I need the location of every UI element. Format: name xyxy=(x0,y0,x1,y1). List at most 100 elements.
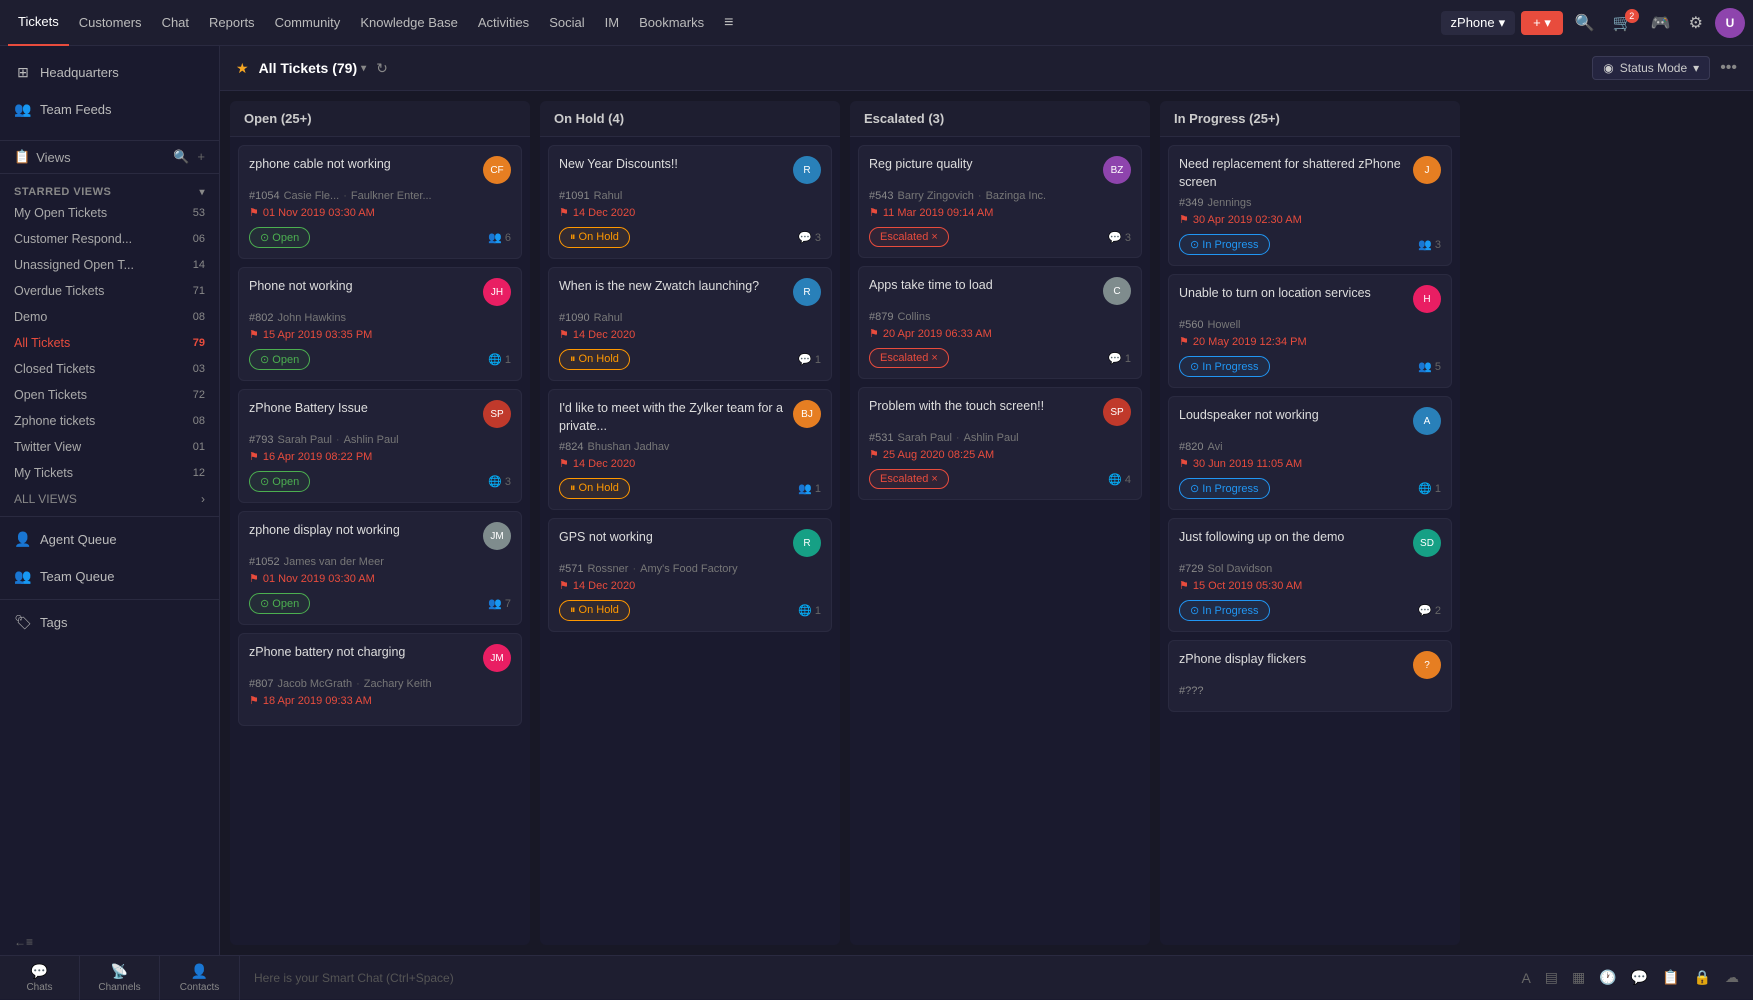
cloud-icon[interactable]: ☁ xyxy=(1719,965,1745,990)
collapse-sidebar-button[interactable]: ←≡ xyxy=(0,929,219,955)
status-badge[interactable]: Escalated × xyxy=(869,469,949,489)
clipboard-icon[interactable]: 📋 xyxy=(1656,965,1685,990)
star-icon[interactable]: ★ xyxy=(236,60,249,77)
refresh-icon[interactable]: ↻ xyxy=(376,60,388,77)
ticket-agent: Collins xyxy=(897,311,930,323)
ticket-card[interactable]: When is the new Zwatch launching?R#1090R… xyxy=(548,267,832,381)
status-badge[interactable]: ⊙ In Progress xyxy=(1179,356,1270,377)
ticket-card[interactable]: Phone not workingJH#802John Hawkins⚑ 15 … xyxy=(238,267,522,381)
sidebar-item-closed-tickets[interactable]: Closed Tickets 03 xyxy=(0,356,219,382)
sidebar-item-unassigned-open[interactable]: Unassigned Open T... 14 xyxy=(0,252,219,278)
sidebar-item-all-tickets[interactable]: All Tickets 79 xyxy=(0,330,219,356)
search-views-icon[interactable]: 🔍 xyxy=(173,149,189,165)
kanban-col-header-open: Open (25+) xyxy=(230,101,530,137)
translate-icon[interactable]: A xyxy=(1515,966,1536,990)
sidebar-views-label[interactable]: Views xyxy=(36,150,167,165)
status-badge[interactable]: ⏸ On Hold xyxy=(559,227,630,248)
ticket-card[interactable]: Unable to turn on location servicesH#560… xyxy=(1168,274,1452,388)
status-badge[interactable]: ⊙ In Progress xyxy=(1179,234,1270,255)
nav-item-tickets[interactable]: Tickets xyxy=(8,0,69,46)
settings-button[interactable]: ⚙ xyxy=(1683,9,1709,37)
zphone-button[interactable]: zPhone ▾ xyxy=(1441,11,1516,35)
nav-item-chat[interactable]: Chat xyxy=(152,0,199,46)
status-badge[interactable]: ⊙ Open xyxy=(249,349,310,370)
status-mode-label: Status Mode xyxy=(1620,61,1687,75)
ticket-card[interactable]: GPS not workingR#571Rossner·Amy's Food F… xyxy=(548,518,832,632)
clock-icon[interactable]: 🕐 xyxy=(1593,965,1622,990)
sidebar-item-tags[interactable]: 🏷 Tags xyxy=(0,604,219,641)
unassigned-open-count: 14 xyxy=(193,259,205,271)
status-badge[interactable]: ⊙ Open xyxy=(249,593,310,614)
nav-item-social[interactable]: Social xyxy=(539,0,594,46)
ticket-card[interactable]: I'd like to meet with the Zylker team fo… xyxy=(548,389,832,510)
starred-views-header[interactable]: STARRED VIEWS ▾ xyxy=(0,178,219,200)
ticket-card[interactable]: Problem with the touch screen!!SP#531Sar… xyxy=(858,387,1142,500)
ticket-card[interactable]: zPhone Battery IssueSP#793Sarah Paul·Ash… xyxy=(238,389,522,503)
nav-item-knowledge-base[interactable]: Knowledge Base xyxy=(350,0,468,46)
list-icon[interactable]: ▤ xyxy=(1539,965,1564,990)
sidebar-item-demo[interactable]: Demo 08 xyxy=(0,304,219,330)
more-options-button[interactable]: ••• xyxy=(1720,59,1737,77)
ticket-card[interactable]: Loudspeaker not workingA#820Avi⚑ 30 Jun … xyxy=(1168,396,1452,510)
sidebar-item-agent-queue[interactable]: 👤 Agent Queue xyxy=(0,521,219,558)
status-badge[interactable]: Escalated × xyxy=(869,348,949,368)
sidebar-item-my-open-tickets[interactable]: My Open Tickets 53 xyxy=(0,200,219,226)
chat-icon[interactable]: 💬 xyxy=(1625,965,1654,990)
nav-item-reports[interactable]: Reports xyxy=(199,0,265,46)
card-actions: 💬 3 xyxy=(1108,231,1131,244)
add-views-icon[interactable]: + xyxy=(197,149,205,165)
nav-item-im[interactable]: IM xyxy=(595,0,629,46)
sidebar-item-headquarters[interactable]: ⊞ Headquarters xyxy=(0,54,219,91)
ticket-card[interactable]: zphone display not workingJM#1052James v… xyxy=(238,511,522,625)
status-mode-button[interactable]: ◉ Status Mode ▾ xyxy=(1592,56,1710,80)
nav-item-customers[interactable]: Customers xyxy=(69,0,152,46)
status-badge[interactable]: ⊙ In Progress xyxy=(1179,478,1270,499)
ticket-card[interactable]: New Year Discounts!!R#1091Rahul⚑ 14 Dec … xyxy=(548,145,832,259)
sidebar-item-twitter-view[interactable]: Twitter View 01 xyxy=(0,434,219,460)
grid-icon[interactable]: ▦ xyxy=(1566,965,1591,990)
ticket-card[interactable]: Need replacement for shattered zPhone sc… xyxy=(1168,145,1452,266)
sidebar-item-customer-respond[interactable]: Customer Respond... 06 xyxy=(0,226,219,252)
status-badge[interactable]: Escalated × xyxy=(869,227,949,247)
ticket-card[interactable]: Apps take time to loadC#879Collins⚑ 20 A… xyxy=(858,266,1142,379)
hamburger-icon[interactable]: ≡ xyxy=(714,0,743,46)
nav-item-community[interactable]: Community xyxy=(265,0,351,46)
sidebar-item-zphone-tickets[interactable]: Zphone tickets 08 xyxy=(0,408,219,434)
lock-icon[interactable]: 🔒 xyxy=(1688,965,1717,990)
status-badge[interactable]: ⊙ Open xyxy=(249,471,310,492)
ticket-card[interactable]: Reg picture qualityBZ#543Barry Zingovich… xyxy=(858,145,1142,258)
sidebar-item-team-queue[interactable]: 👥 Team Queue xyxy=(0,558,219,595)
card-avatar: R xyxy=(793,529,821,557)
card-title: Reg picture quality xyxy=(869,156,1097,174)
sidebar-item-open-tickets[interactable]: Open Tickets 72 xyxy=(0,382,219,408)
search-button[interactable]: 🔍 xyxy=(1569,9,1601,37)
sidebar-item-team-feeds[interactable]: 👥 Team Feeds xyxy=(0,91,219,128)
all-tickets-title-button[interactable]: All Tickets (79) ▾ xyxy=(259,60,367,76)
bottom-tab-channels[interactable]: 📡 Channels xyxy=(80,956,160,1000)
status-badge[interactable]: ⏸ On Hold xyxy=(559,349,630,370)
bottom-tab-chats[interactable]: 💬 Chats xyxy=(0,956,80,1000)
add-button[interactable]: + ▾ xyxy=(1521,11,1563,35)
smart-chat-input[interactable]: Here is your Smart Chat (Ctrl+Space) xyxy=(240,971,1515,985)
sidebar-item-overdue-tickets[interactable]: Overdue Tickets 71 xyxy=(0,278,219,304)
status-badge[interactable]: ⏸ On Hold xyxy=(559,600,630,621)
flag-icon: ⚑ xyxy=(249,694,259,707)
user-avatar[interactable]: U xyxy=(1715,8,1745,38)
gamepad-button[interactable]: 🎮 xyxy=(1645,9,1677,37)
ticket-card[interactable]: zPhone display flickers?#??? xyxy=(1168,640,1452,712)
all-views-row[interactable]: ALL VIEWS › xyxy=(0,486,219,512)
notification-button[interactable]: 🛒 2 xyxy=(1607,9,1639,37)
card-avatar: BJ xyxy=(793,400,821,428)
ticket-card[interactable]: zphone cable not workingCF#1054Casie Fle… xyxy=(238,145,522,259)
sidebar-divider-3 xyxy=(0,516,219,517)
nav-item-bookmarks[interactable]: Bookmarks xyxy=(629,0,714,46)
status-badge[interactable]: ⊙ Open xyxy=(249,227,310,248)
ticket-card[interactable]: Just following up on the demoSD#729Sol D… xyxy=(1168,518,1452,632)
status-badge[interactable]: ⊙ In Progress xyxy=(1179,600,1270,621)
bottom-tab-contacts[interactable]: 👤 Contacts xyxy=(160,956,240,1000)
nav-item-activities[interactable]: Activities xyxy=(468,0,539,46)
ticket-card[interactable]: zPhone battery not chargingJM#807Jacob M… xyxy=(238,633,522,726)
customer-respond-count: 06 xyxy=(193,233,205,245)
status-badge[interactable]: ⏸ On Hold xyxy=(559,478,630,499)
sidebar-item-my-tickets[interactable]: My Tickets 12 xyxy=(0,460,219,486)
